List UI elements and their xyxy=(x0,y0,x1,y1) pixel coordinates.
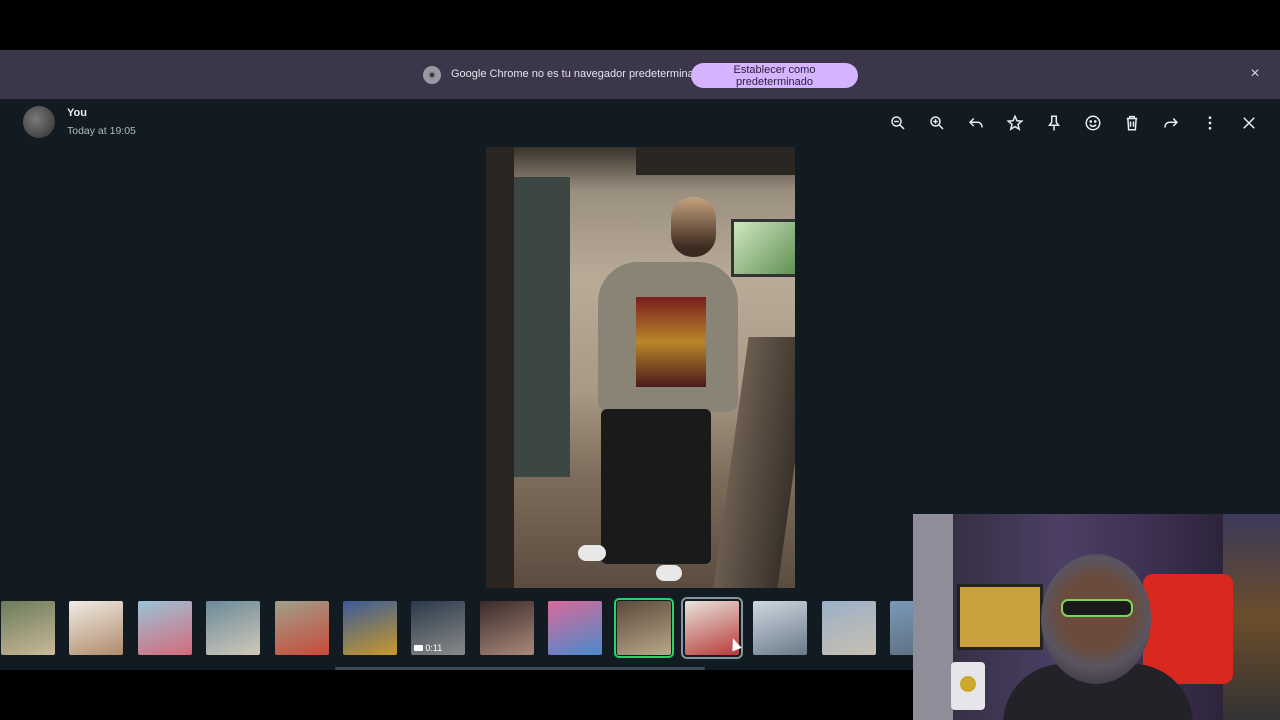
video-camera-icon xyxy=(414,645,424,651)
thumbnail-scrollbar[interactable] xyxy=(335,667,705,670)
default-browser-banner: Google Chrome no es tu navegador predete… xyxy=(0,50,1280,99)
photo-ceiling xyxy=(636,147,795,175)
close-icon[interactable]: × xyxy=(1248,66,1262,82)
photo-door xyxy=(486,147,514,588)
thumbnail-video[interactable]: 0:11 xyxy=(411,601,466,655)
more-icon[interactable] xyxy=(1198,111,1222,135)
pin-icon[interactable] xyxy=(1042,111,1066,135)
webcam-overlay xyxy=(913,514,1280,720)
photo-person-head xyxy=(671,197,716,257)
thumbnail-photo[interactable] xyxy=(343,601,397,655)
reply-icon[interactable] xyxy=(964,111,988,135)
thumbnail-strip[interactable]: 0:11 xyxy=(0,596,913,662)
react-icon[interactable] xyxy=(1081,111,1105,135)
webcam-chair xyxy=(1143,574,1233,684)
sender-name: You xyxy=(67,107,87,119)
photo-shirt-print xyxy=(636,297,706,387)
viewer-toolbar xyxy=(886,111,1276,135)
photo-shoe xyxy=(656,565,682,581)
webcam-glasses xyxy=(1061,599,1133,617)
window-top-bar xyxy=(0,0,1280,50)
thumbnail-photo[interactable] xyxy=(548,601,603,655)
video-duration-badge: 0:11 xyxy=(414,643,442,653)
photo-stall xyxy=(514,177,570,477)
zoom-in-icon[interactable] xyxy=(925,111,949,135)
banner-message: Google Chrome no es tu navegador predete… xyxy=(451,68,706,80)
thumbnail-photo[interactable] xyxy=(69,601,124,655)
webcam-poster xyxy=(957,584,1043,650)
webcam-person-head xyxy=(1041,554,1151,684)
thumbnail-photo[interactable] xyxy=(137,601,192,655)
thumbnail-photo[interactable] xyxy=(821,601,876,655)
thumbnail-photo[interactable] xyxy=(1,601,55,655)
webcam-speaker xyxy=(951,662,985,710)
thumbnail-photo[interactable] xyxy=(206,601,261,655)
thumbnail-photo[interactable] xyxy=(753,601,808,655)
set-default-button[interactable]: Establecer como predeterminado xyxy=(691,63,858,88)
photo-person-pants xyxy=(601,409,711,564)
thumbnail-photo[interactable] xyxy=(274,601,329,655)
webcam-wall xyxy=(913,514,953,720)
video-duration: 0:11 xyxy=(425,643,443,653)
message-timestamp: Today at 19:05 xyxy=(67,125,136,137)
delete-icon[interactable] xyxy=(1120,111,1144,135)
forward-icon[interactable] xyxy=(1159,111,1183,135)
chrome-icon xyxy=(423,66,441,84)
photo-shoe xyxy=(578,545,606,561)
star-icon[interactable] xyxy=(1003,111,1027,135)
zoom-out-icon[interactable] xyxy=(886,111,910,135)
thumbnail-photo[interactable] xyxy=(613,598,674,658)
thumbnail-photo[interactable] xyxy=(890,601,913,655)
avatar[interactable] xyxy=(23,106,55,138)
close-viewer-icon[interactable] xyxy=(1237,111,1261,135)
main-photo[interactable] xyxy=(486,147,795,588)
photo-window xyxy=(731,219,795,277)
thumbnail-photo[interactable] xyxy=(479,601,534,655)
